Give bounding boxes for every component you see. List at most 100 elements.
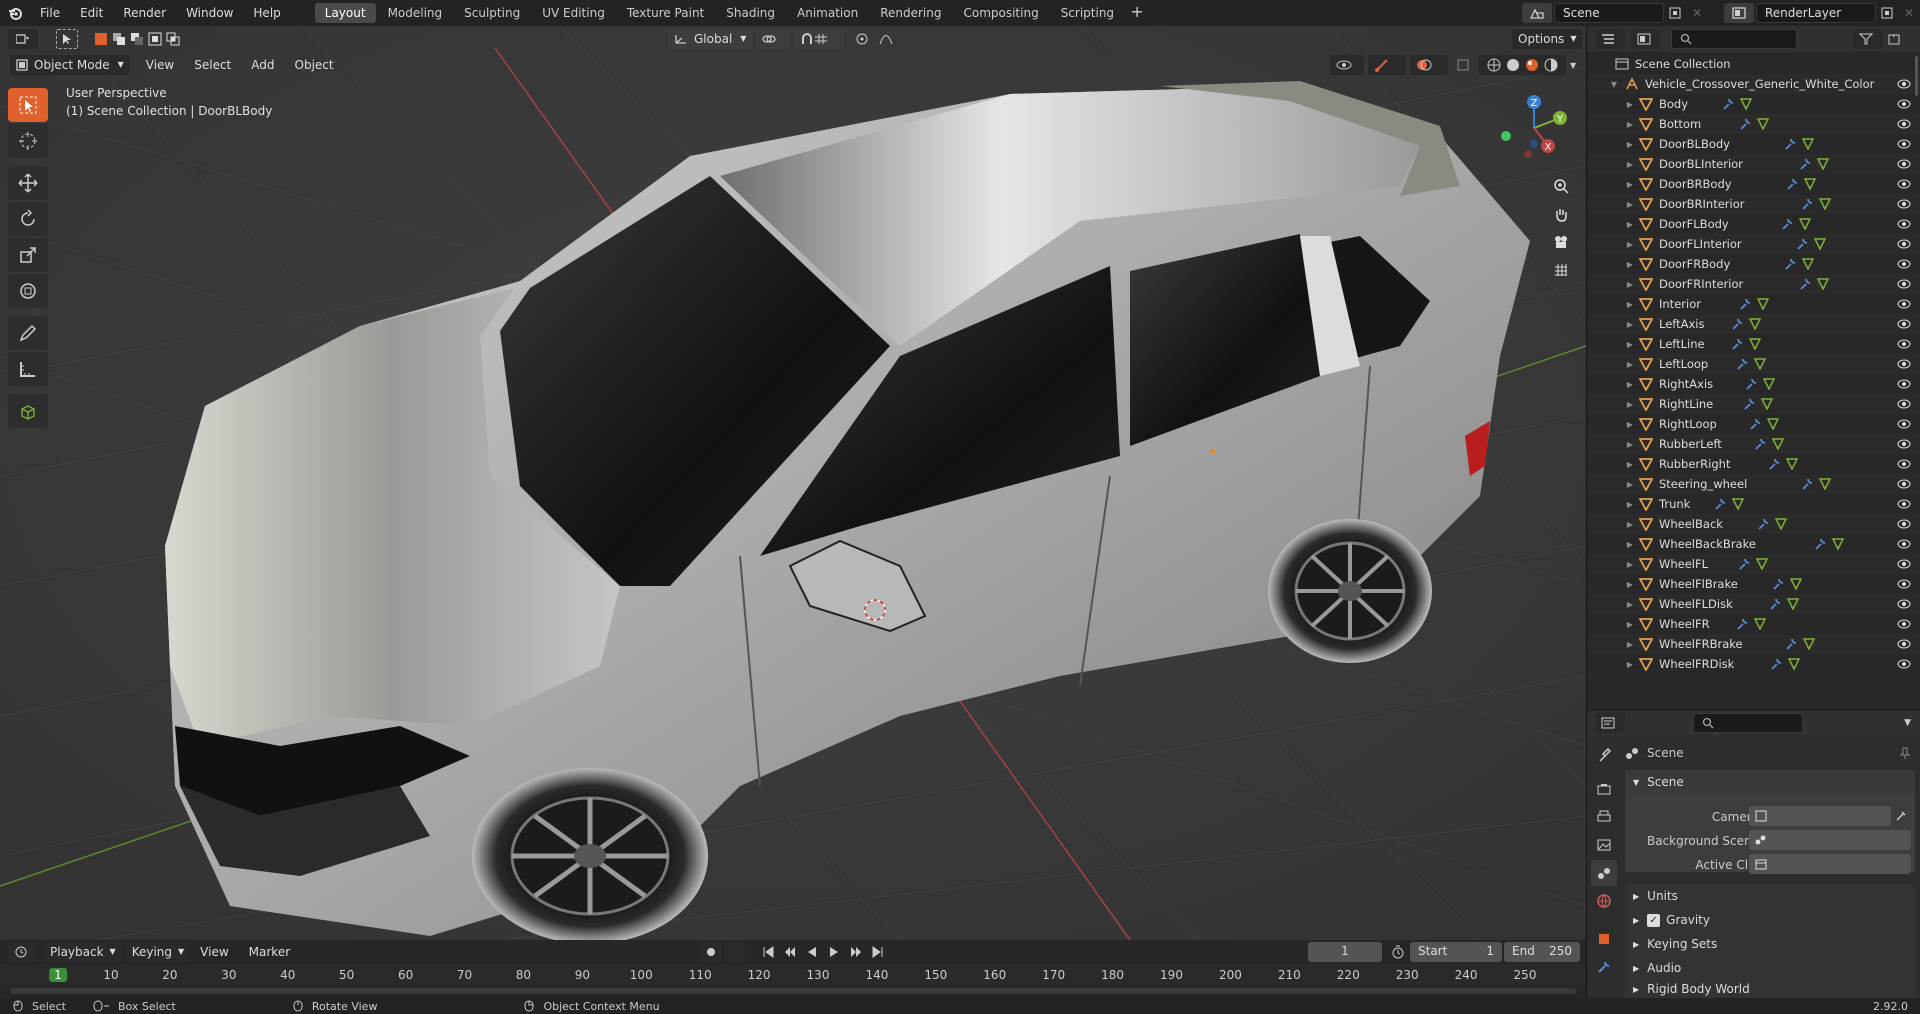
eye-icon[interactable] (1897, 379, 1911, 389)
eye-icon[interactable] (1897, 119, 1911, 129)
gizmo-neg-x[interactable] (1524, 150, 1532, 158)
keying-sets-section[interactable]: ▶ Keying Sets (1625, 932, 1915, 956)
expand-right-icon[interactable]: ▶ (1625, 240, 1635, 249)
material-shading-icon[interactable] (1525, 58, 1539, 72)
annotate-tool[interactable] (8, 316, 48, 350)
outliner-object-row[interactable]: ▶ WheelFRBrake (1587, 634, 1920, 654)
wireframe-shading-icon[interactable] (1487, 58, 1501, 72)
modifier-tab[interactable] (1591, 954, 1617, 980)
record-keyframe-icon[interactable] (700, 942, 722, 962)
jump-end-icon[interactable] (868, 942, 888, 962)
tab-texture-paint[interactable]: Texture Paint (617, 3, 714, 23)
gizmo-toggle[interactable] (1368, 55, 1406, 75)
pin-icon[interactable] (1899, 747, 1911, 759)
display-mode-icon[interactable] (1631, 29, 1661, 49)
outliner-object-row[interactable]: ▶ RightLine (1587, 394, 1920, 414)
play-icon[interactable] (824, 942, 844, 962)
expand-right-icon[interactable]: ▶ (1625, 620, 1635, 629)
expand-right-icon[interactable]: ▶ (1625, 120, 1635, 129)
gizmo-neg-y[interactable] (1501, 131, 1511, 141)
world-tab[interactable] (1591, 888, 1617, 914)
expand-right-icon[interactable]: ▶ (1625, 580, 1635, 589)
outliner-object-row[interactable]: ▶ DoorFRInterior (1587, 274, 1920, 294)
outliner-object-row[interactable]: ▶ WheelFLDisk (1587, 594, 1920, 614)
outliner-editor-type-icon[interactable] (1595, 29, 1625, 49)
outliner-object-row[interactable]: ▶ DoorBRBody (1587, 174, 1920, 194)
eye-icon[interactable] (1897, 319, 1911, 329)
units-section[interactable]: ▶ Units (1625, 884, 1915, 908)
menu-edit[interactable]: Edit (70, 0, 113, 26)
outliner-object-row[interactable]: ▶ DoorFRBody (1587, 254, 1920, 274)
outliner-object-row[interactable]: ▶ LeftAxis (1587, 314, 1920, 334)
eye-icon[interactable] (1897, 419, 1911, 429)
eye-icon[interactable] (1897, 519, 1911, 529)
eyedropper-icon[interactable] (1895, 810, 1907, 822)
select-new-icon[interactable] (92, 29, 110, 49)
pivot-point-dropdown[interactable] (756, 29, 791, 49)
expand-right-icon[interactable]: ▶ (1625, 320, 1635, 329)
new-scene-icon[interactable] (1664, 3, 1686, 23)
rigid-body-section[interactable]: ▶ Rigid Body World (1625, 980, 1915, 998)
outliner-object-row[interactable]: ▶ RightLoop (1587, 414, 1920, 434)
eye-icon[interactable] (1897, 619, 1911, 629)
expand-right-icon[interactable]: ▶ (1625, 340, 1635, 349)
object-tab[interactable] (1591, 926, 1617, 952)
scale-tool[interactable] (8, 238, 48, 272)
proportional-edit-icon[interactable] (850, 29, 874, 49)
new-view-layer-icon[interactable] (1876, 3, 1898, 23)
cursor-tool[interactable] (8, 124, 48, 158)
rendered-shading-icon[interactable] (1544, 58, 1558, 72)
expand-right-icon[interactable]: ▶ (1625, 520, 1635, 529)
menu-window[interactable]: Window (176, 0, 243, 26)
add-cube-tool[interactable] (8, 394, 48, 428)
eye-icon[interactable] (1897, 199, 1911, 209)
expand-right-icon[interactable]: ▶ (1625, 100, 1635, 109)
chevron-down-icon[interactable]: ▼ (1904, 718, 1911, 728)
move-tool[interactable] (8, 166, 48, 200)
eye-icon[interactable] (1897, 479, 1911, 489)
camera-selector[interactable] (1749, 806, 1891, 826)
expand-right-icon[interactable]: ▶ (1625, 280, 1635, 289)
ortho-toggle-icon[interactable] (1549, 258, 1573, 282)
expand-right-icon[interactable]: ▶ (1625, 480, 1635, 489)
eye-icon[interactable] (1897, 339, 1911, 349)
jump-start-icon[interactable] (758, 942, 778, 962)
timeline-scrollbar[interactable] (10, 988, 1576, 994)
current-frame-field[interactable]: 1 (1308, 942, 1382, 962)
outliner-object-row[interactable]: ▶ DoorBRInterior (1587, 194, 1920, 214)
active-clip-selector[interactable] (1749, 854, 1911, 874)
expand-right-icon[interactable]: ▶ (1625, 560, 1635, 569)
eye-icon[interactable] (1897, 279, 1911, 289)
expand-right-icon[interactable]: ▶ (1625, 440, 1635, 449)
pan-view-icon[interactable] (1549, 202, 1573, 226)
editor-type-icon[interactable] (8, 29, 38, 49)
camera-view-icon[interactable] (1549, 230, 1573, 254)
outliner-object-row[interactable]: ▶ DoorBLBody (1587, 134, 1920, 154)
eye-icon[interactable] (1897, 159, 1911, 169)
eye-icon[interactable] (1897, 219, 1911, 229)
eye-icon[interactable] (1897, 659, 1911, 669)
eye-icon[interactable] (1897, 599, 1911, 609)
eye-icon[interactable] (1897, 99, 1911, 109)
play-reverse-icon[interactable] (802, 942, 822, 962)
outliner-object-row[interactable]: ▶ LeftLine (1587, 334, 1920, 354)
tab-scripting[interactable]: Scripting (1051, 3, 1124, 23)
eye-icon[interactable] (1897, 399, 1911, 409)
keying-menu[interactable]: Keying ▼ (125, 942, 191, 962)
new-collection-icon[interactable] (1883, 29, 1905, 49)
view-layer-browse-icon[interactable] (1724, 3, 1754, 23)
rotate-tool[interactable] (8, 202, 48, 236)
scene-browse-icon[interactable] (1522, 3, 1552, 23)
select-subtract-icon[interactable] (128, 29, 146, 49)
gizmo-neg-z[interactable] (1530, 140, 1538, 148)
auto-keying-icon[interactable] (724, 942, 746, 962)
render-tab[interactable] (1591, 776, 1617, 802)
tab-shading[interactable]: Shading (716, 3, 785, 23)
scene-panel-header[interactable]: ▼ Scene (1625, 770, 1915, 794)
expand-right-icon[interactable]: ▶ (1625, 360, 1635, 369)
expand-right-icon[interactable]: ▶ (1625, 260, 1635, 269)
select-tool-icon[interactable] (56, 29, 78, 49)
viewport-menu-view[interactable]: View (136, 58, 184, 72)
eye-icon[interactable] (1897, 559, 1911, 569)
eye-icon[interactable] (1897, 539, 1911, 549)
